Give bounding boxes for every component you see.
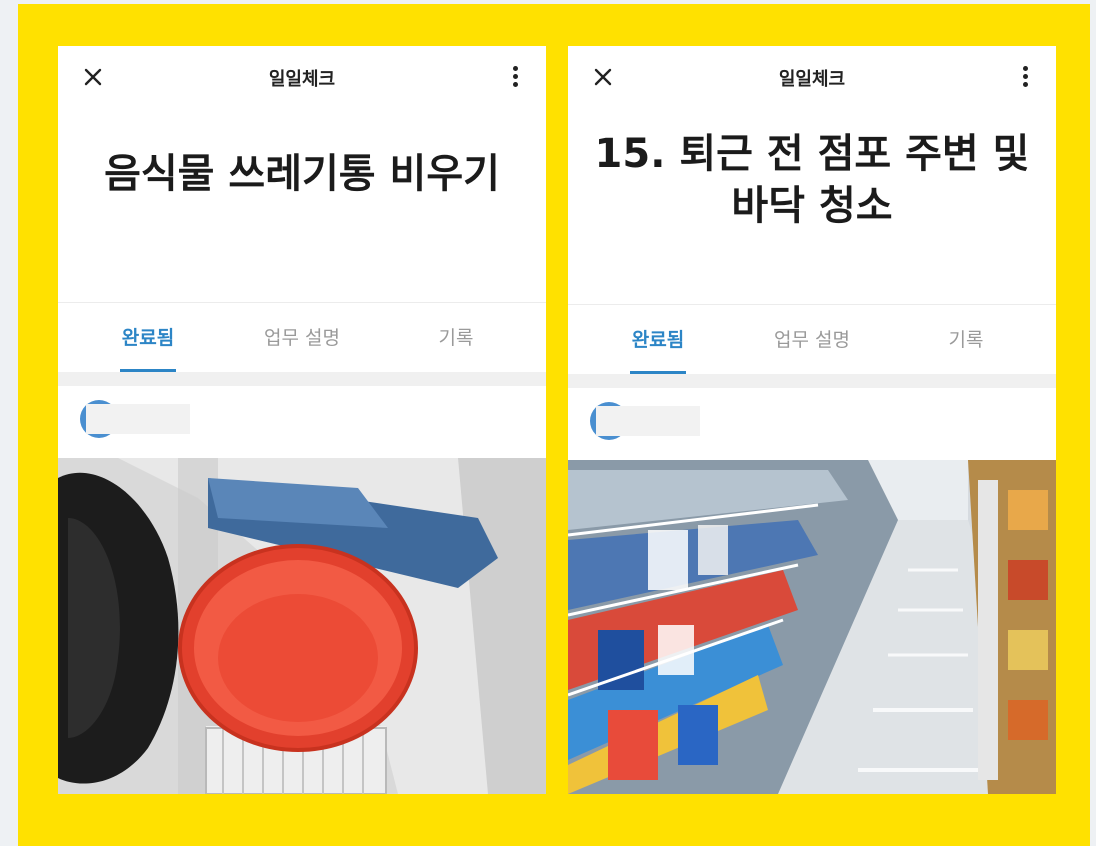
user-row (568, 388, 1056, 458)
task-title: 음식물 쓰레기통 비우기 (104, 151, 500, 197)
redacted-user-name (86, 404, 190, 434)
phone-screen-right: 일일체크 15. 퇴근 전 점포 주변 및 바닥 청소 완료됨 업무 설명 기록 (568, 46, 1056, 794)
tab-history[interactable]: 기록 (376, 303, 536, 373)
tab-history[interactable]: 기록 (886, 305, 1046, 375)
more-vertical-icon[interactable] (512, 66, 518, 90)
phone-screen-left: 일일체크 음식물 쓰레기통 비우기 완료됨 업무 설명 기록 (58, 46, 546, 794)
task-photo[interactable] (58, 458, 546, 794)
photo-food-waste-bin (58, 458, 546, 794)
app-bar-title: 일일체크 (268, 69, 336, 90)
section-divider (568, 374, 1056, 388)
task-title: 15. 퇴근 전 점포 주변 및 바닥 청소 (594, 131, 1030, 229)
tab-completed[interactable]: 완료됨 (68, 303, 228, 373)
tab-bar: 완료됨 업무 설명 기록 (568, 304, 1056, 374)
tab-completed[interactable]: 완료됨 (578, 305, 738, 375)
section-divider (58, 372, 546, 386)
app-bar-title: 일일체크 (778, 69, 846, 90)
user-row (58, 386, 546, 456)
tab-bar: 완료됨 업무 설명 기록 (58, 302, 546, 372)
app-bar: 일일체크 (58, 46, 546, 108)
yellow-frame: 일일체크 음식물 쓰레기통 비우기 완료됨 업무 설명 기록 일일체크 15. … (18, 4, 1090, 846)
tab-task-description[interactable]: 업무 설명 (222, 303, 382, 373)
task-photo[interactable] (568, 460, 1056, 794)
app-bar: 일일체크 (568, 46, 1056, 108)
more-vertical-icon[interactable] (1022, 66, 1028, 90)
tab-task-description[interactable]: 업무 설명 (732, 305, 892, 375)
photo-store-aisle (568, 460, 1056, 794)
redacted-user-name (596, 406, 700, 436)
